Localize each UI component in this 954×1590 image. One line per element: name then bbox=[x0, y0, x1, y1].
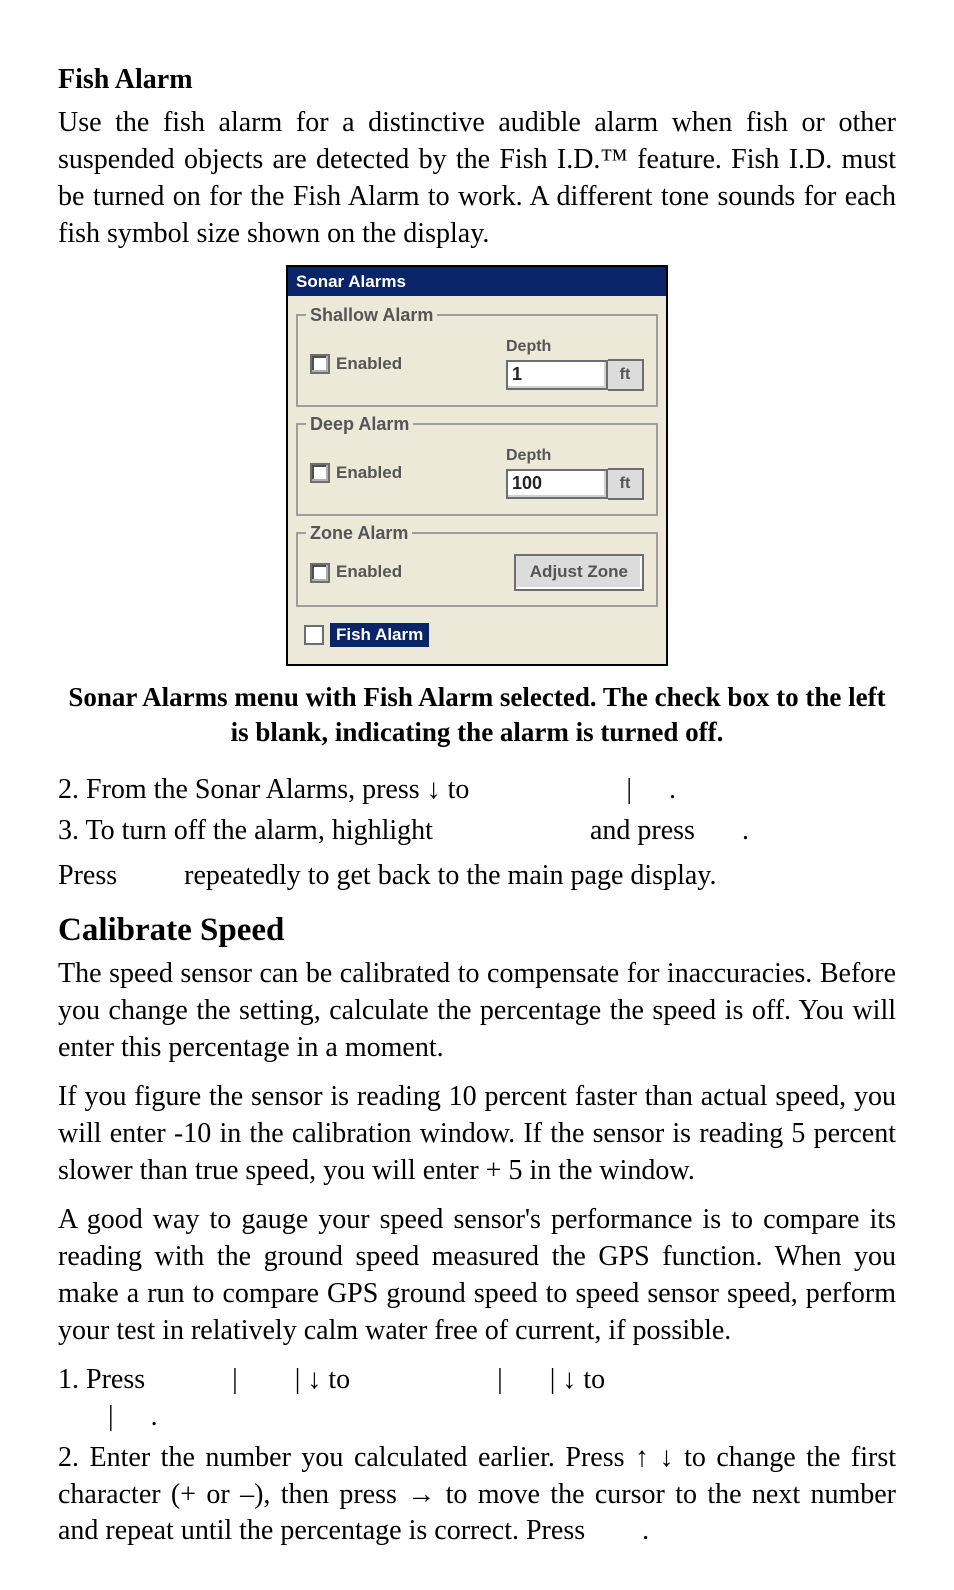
dialog-title: Sonar Alarms bbox=[288, 267, 666, 296]
figure-caption: Sonar Alarms menu with Fish Alarm select… bbox=[58, 680, 896, 750]
fish-alarm-row[interactable]: Fish Alarm bbox=[296, 623, 658, 654]
section-title-fish-alarm: Fish Alarm bbox=[58, 62, 896, 99]
zone-enabled-checkbox[interactable]: Enabled bbox=[310, 561, 402, 583]
calibrate-step-1: 1. Press | | ↓ to | | ↓ to | . bbox=[58, 1362, 896, 1436]
adjust-zone-button[interactable]: Adjust Zone bbox=[514, 554, 644, 590]
checkbox-label: Enabled bbox=[336, 353, 402, 375]
checkbox-icon bbox=[310, 563, 330, 583]
paragraph: The speed sensor can be calibrated to co… bbox=[58, 956, 896, 1067]
shallow-depth-input[interactable]: 1 bbox=[506, 360, 608, 390]
deep-depth-input[interactable]: 100 bbox=[506, 469, 608, 499]
checkbox-icon bbox=[304, 625, 324, 645]
paragraph: Use the fish alarm for a distinctive aud… bbox=[58, 105, 896, 253]
group-shallow-alarm: Shallow Alarm Enabled Depth 1 ft bbox=[296, 314, 658, 407]
shallow-enabled-checkbox[interactable]: Enabled bbox=[310, 353, 402, 375]
checkbox-icon bbox=[310, 354, 330, 374]
fish-alarm-label: Fish Alarm bbox=[330, 623, 429, 647]
depth-label: Depth bbox=[506, 336, 644, 357]
unit-label: ft bbox=[608, 468, 644, 500]
group-legend: Deep Alarm bbox=[306, 413, 413, 437]
deep-enabled-checkbox[interactable]: Enabled bbox=[310, 462, 402, 484]
checkbox-label: Enabled bbox=[336, 462, 402, 484]
checkbox-label: Enabled bbox=[336, 561, 402, 583]
paragraph: If you figure the sensor is reading 10 p… bbox=[58, 1079, 896, 1190]
calibrate-step-2: 2. Enter the number you calculated earli… bbox=[58, 1440, 896, 1551]
sonar-alarms-dialog: Sonar Alarms Shallow Alarm Enabled Depth bbox=[286, 265, 668, 666]
press-line: Press repeatedly to get back to the main… bbox=[58, 858, 896, 895]
group-deep-alarm: Deep Alarm Enabled Depth 100 ft bbox=[296, 423, 658, 516]
checkbox-icon bbox=[310, 463, 330, 483]
group-zone-alarm: Zone Alarm Enabled Adjust Zone bbox=[296, 532, 658, 606]
step-2: 2. From the Sonar Alarms, press ↓ to | . bbox=[58, 772, 896, 809]
step-3: 3. To turn off the alarm, highlight and … bbox=[58, 813, 896, 850]
section-title-calibrate-speed: Calibrate Speed bbox=[58, 909, 896, 953]
group-legend: Zone Alarm bbox=[306, 522, 412, 546]
group-legend: Shallow Alarm bbox=[306, 304, 437, 328]
depth-label: Depth bbox=[506, 445, 644, 466]
unit-label: ft bbox=[608, 359, 644, 391]
paragraph: A good way to gauge your speed sensor's … bbox=[58, 1202, 896, 1350]
